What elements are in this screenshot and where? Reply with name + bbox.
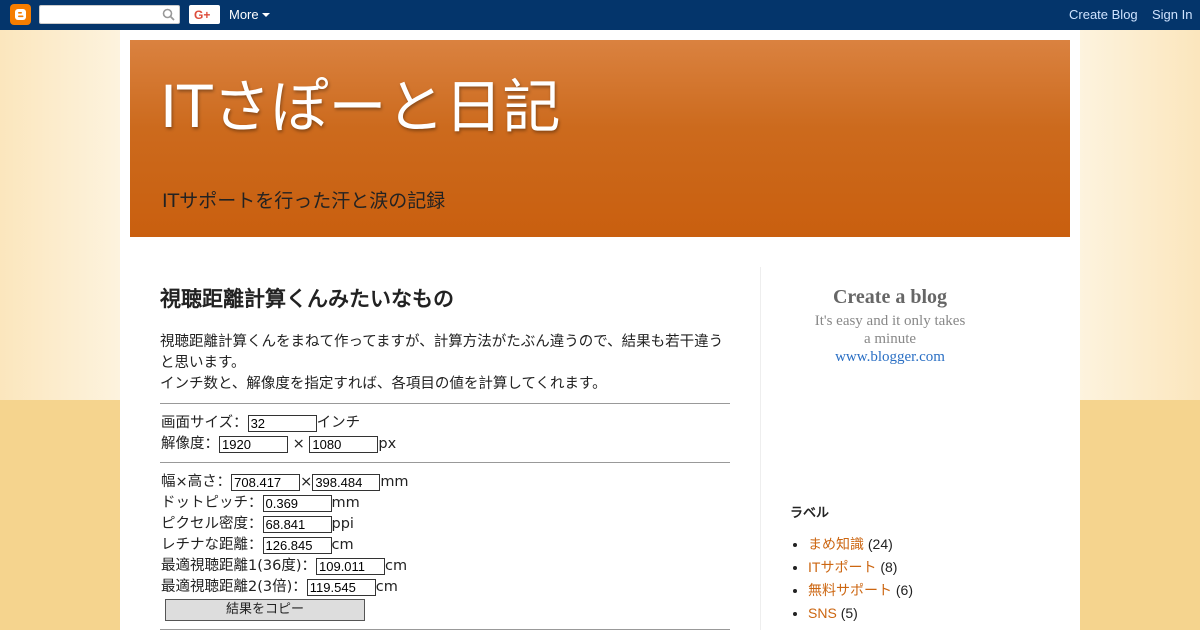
label-count: (24) <box>867 536 893 552</box>
width-height-row: 幅×高さ： × mm <box>161 472 409 493</box>
ppi-output[interactable] <box>262 516 332 533</box>
divider <box>160 462 730 463</box>
label-link[interactable]: ITサポート <box>808 559 876 575</box>
retina-distance-label: レチナな距離： <box>161 537 263 553</box>
optimal-distance-1-unit: cm <box>385 558 408 574</box>
label-item: ITサポート (8) <box>808 557 913 580</box>
blog-title[interactable]: ITさぽーと日記 <box>160 60 561 144</box>
ppi-unit: ppi <box>331 516 354 532</box>
copy-results-button[interactable]: 結果をコピー <box>165 599 365 621</box>
blogger-navbar: G+ More Create Blog Sign In <box>0 0 1200 30</box>
retina-distance-unit: cm <box>331 537 354 553</box>
search-icon[interactable] <box>162 8 175 21</box>
label-item: まめ知識 (24) <box>808 534 913 557</box>
intro-line-2: インチ数と、解像度を指定すれば、各項目の値を計算してくれます。 <box>160 376 607 392</box>
more-label: More <box>229 7 259 22</box>
blogger-logo-icon[interactable] <box>10 4 31 25</box>
label-link[interactable]: SNS <box>808 605 837 621</box>
resolution-separator: × <box>288 436 310 452</box>
screen-size-unit: インチ <box>316 415 361 431</box>
label-link[interactable]: 無料サポート <box>808 582 892 598</box>
screen-size-input[interactable] <box>247 415 317 432</box>
intro-line-1: 視聴距離計算くんをまねて作ってますが、計算方法がたぶん違うので、結果も若干違うと… <box>160 334 724 371</box>
navbar-search-input[interactable] <box>39 5 180 24</box>
results-section: 幅×高さ： × mm ドットピッチ： mm ピクセル密度： ppi レチナな距離… <box>161 472 409 598</box>
optimal-distance-1-row: 最適視聴距離1(36度)： cm <box>161 556 409 577</box>
resolution-width-input[interactable] <box>219 436 288 453</box>
blog-description: ITサポートを行った汗と涙の記録 <box>162 190 446 212</box>
ppi-row: ピクセル密度： ppi <box>161 514 409 535</box>
label-count: (6) <box>895 582 914 598</box>
retina-distance-output[interactable] <box>262 537 332 554</box>
optimal-distance-1-output[interactable] <box>316 558 385 575</box>
width-height-unit: mm <box>380 474 409 490</box>
dot-pitch-label: ドットピッチ： <box>161 495 263 511</box>
create-a-blog-title[interactable]: Create a blog <box>780 286 1000 309</box>
sidebar-divider <box>760 267 761 630</box>
create-blog-link[interactable]: Create Blog <box>1069 7 1138 22</box>
height-output[interactable] <box>312 474 381 491</box>
label-count: (5) <box>840 605 858 621</box>
optimal-distance-2-label: 最適視聴距離2(3倍)： <box>161 579 307 595</box>
more-menu-button[interactable]: More <box>229 7 270 22</box>
label-item: SNS (5) <box>808 603 913 626</box>
blogger-link[interactable]: www.blogger.com <box>780 348 1000 366</box>
caret-down-icon <box>261 13 270 17</box>
resolution-label: 解像度： <box>161 436 219 452</box>
content-outer: ITさぽーと日記 ITサポートを行った汗と涙の記録 視聴距離計算くんみたいなもの… <box>120 30 1080 630</box>
blog-header: ITさぽーと日記 ITサポートを行った汗と涙の記録 <box>130 40 1070 237</box>
gplus-label: G+ <box>194 8 210 22</box>
resolution-row: 解像度： × px <box>161 434 396 455</box>
screen-size-label: 画面サイズ： <box>161 415 248 431</box>
labels-heading: ラベル <box>790 505 830 520</box>
resolution-height-input[interactable] <box>309 436 379 453</box>
width-height-separator: × <box>300 474 313 490</box>
retina-distance-row: レチナな距離： cm <box>161 535 409 556</box>
google-plus-button[interactable]: G+ <box>189 5 220 24</box>
optimal-distance-2-output[interactable] <box>306 579 376 596</box>
create-a-blog-widget: Create a blog It's easy and it only take… <box>780 286 1000 366</box>
width-output[interactable] <box>231 474 301 491</box>
post-intro: 視聴距離計算くんをまねて作ってますが、計算方法がたぶん違うので、結果も若干違うと… <box>160 332 732 395</box>
divider <box>160 403 730 404</box>
label-count: (8) <box>880 559 898 575</box>
label-item: 無料サポート (6) <box>808 580 913 603</box>
optimal-distance-1-label: 最適視聴距離1(36度)： <box>161 558 316 574</box>
label-link[interactable]: まめ知識 <box>808 536 864 552</box>
width-height-label: 幅×高さ： <box>161 474 232 490</box>
optimal-distance-2-unit: cm <box>375 579 398 595</box>
screen-size-row: 画面サイズ： インチ <box>161 413 396 434</box>
labels-list: まめ知識 (24) ITサポート (8) 無料サポート (6) SNS (5) <box>790 534 913 626</box>
dot-pitch-row: ドットピッチ： mm <box>161 493 409 514</box>
dot-pitch-unit: mm <box>331 495 360 511</box>
create-a-blog-text-2: a minute <box>863 331 917 347</box>
create-a-blog-text-1: It's easy and it only takes <box>814 313 966 329</box>
post-title[interactable]: 視聴距離計算くんみたいなもの <box>160 283 454 313</box>
ppi-label: ピクセル密度： <box>161 516 263 532</box>
resolution-unit: px <box>378 436 397 452</box>
sign-in-link[interactable]: Sign In <box>1152 7 1192 22</box>
optimal-distance-2-row: 最適視聴距離2(3倍)： cm <box>161 577 409 598</box>
dot-pitch-output[interactable] <box>262 495 332 512</box>
input-section: 画面サイズ： インチ 解像度： × px <box>161 413 396 455</box>
